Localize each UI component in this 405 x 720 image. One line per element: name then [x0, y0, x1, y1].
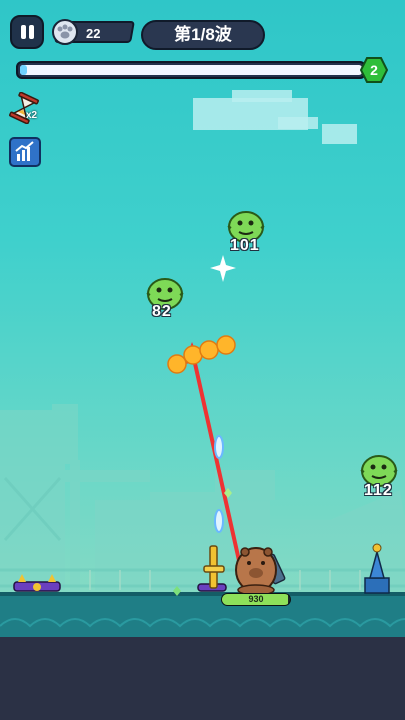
battle-effects [13, 255, 390, 596]
bullet [216, 335, 236, 355]
left-turret-base [13, 574, 61, 592]
player-hp-value: 930 [248, 594, 264, 604]
monster-hp: 82 [152, 303, 172, 320]
blue-projectile [214, 509, 224, 533]
player-hp-bar: 930 [221, 593, 291, 606]
bullet [199, 340, 219, 360]
gem-drop [173, 586, 181, 596]
yellow-crossbow [203, 545, 225, 589]
bullet-cluster [167, 335, 236, 374]
bullet [183, 345, 203, 365]
monster-hp: 101 [230, 237, 260, 254]
capybara-hero [235, 547, 286, 596]
blue-projectile [214, 435, 224, 459]
hit-sparkle [210, 255, 236, 282]
bullet [167, 354, 187, 374]
aim-arrow-line [190, 349, 242, 566]
right-tesla-tower [364, 543, 390, 594]
monster-hp: 112 [364, 482, 393, 499]
